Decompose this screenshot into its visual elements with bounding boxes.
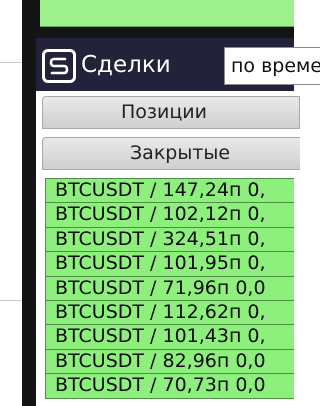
list-item[interactable]: BTCUSDT / 112,62п 0, xyxy=(45,299,294,326)
top-banner xyxy=(40,0,294,27)
tab-positions[interactable]: Позиции xyxy=(42,96,300,129)
list-item[interactable]: BTCUSDT / 101,95п 0, xyxy=(45,251,294,277)
list-item[interactable]: BTCUSDT / 70,73п 0,0 xyxy=(45,373,294,399)
deals-header: Сделки по време xyxy=(36,38,320,91)
list-item[interactable]: BTCUSDT / 102,12п 0, xyxy=(45,202,294,228)
list-item[interactable]: BTCUSDT / 82,96п 0,0 xyxy=(45,348,294,375)
deals-title: Сделки xyxy=(81,52,171,78)
guide-line-bottom xyxy=(0,300,22,301)
tab-closed-label: Закрытые xyxy=(130,142,231,164)
list-item[interactable]: BTCUSDT / 101,43п 0, xyxy=(45,324,294,350)
s-logo-icon xyxy=(42,49,76,83)
trades-list: BTCUSDT / 147,24п 0, BTCUSDT / 102,12п 0… xyxy=(45,178,294,406)
sort-select[interactable]: по време xyxy=(224,47,320,85)
list-item[interactable]: BTCUSDT / 324,51п 0, xyxy=(45,226,294,253)
list-item[interactable]: BTCUSDT / 71,96п 0,0 xyxy=(45,275,294,301)
tab-positions-label: Позиции xyxy=(121,101,207,123)
list-item[interactable]: BTCUSDT / 147,24п 0, xyxy=(45,178,294,204)
tab-closed[interactable]: Закрытые xyxy=(42,137,300,170)
guide-line-top xyxy=(0,62,22,63)
